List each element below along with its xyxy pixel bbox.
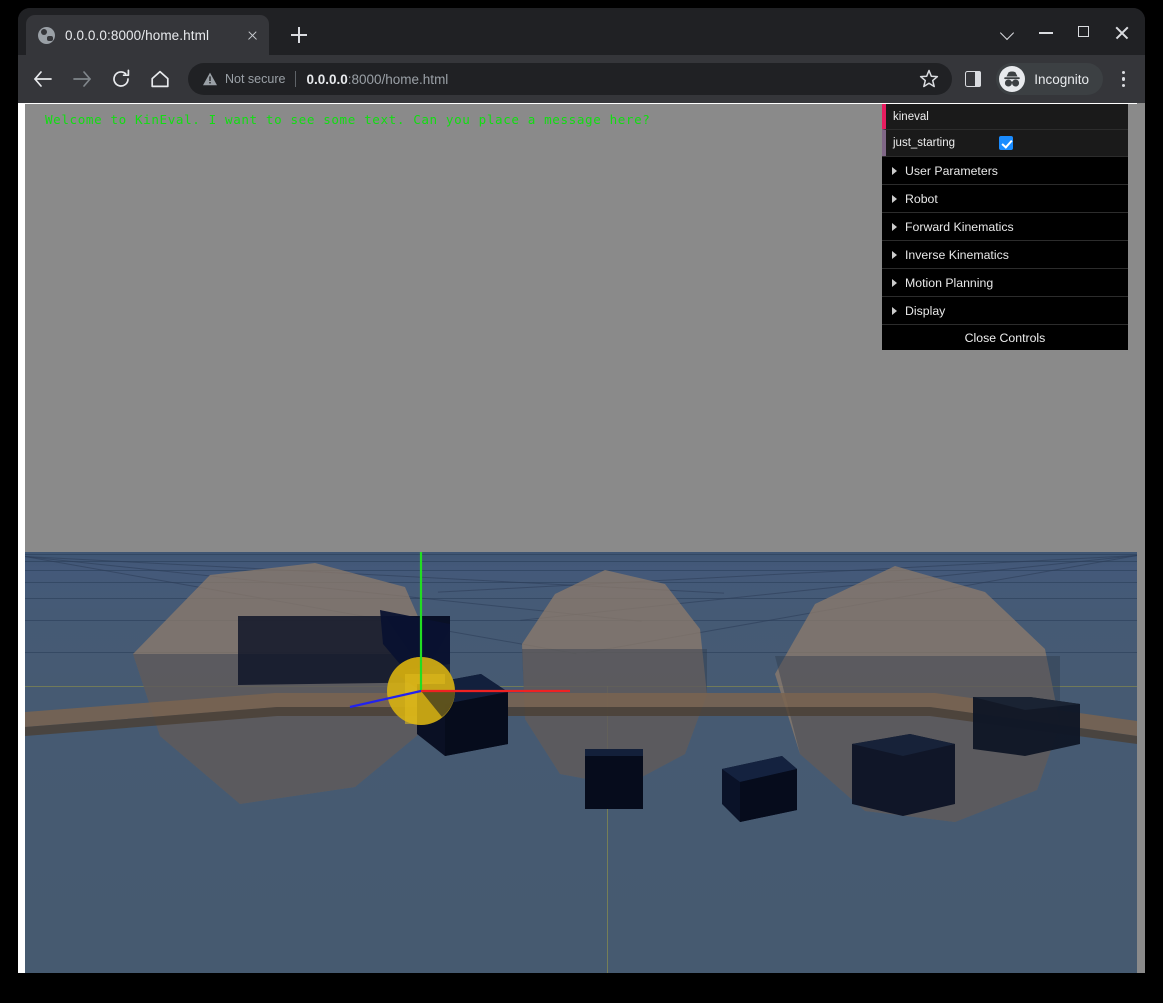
gui-folder-label: Display [905, 303, 946, 318]
gui-title-row[interactable]: kineval [882, 104, 1128, 129]
plus-icon[interactable] [286, 22, 312, 48]
minimize-icon[interactable] [1027, 13, 1065, 51]
url-path: :8000/home.html [347, 71, 449, 87]
arrow-left-icon[interactable] [27, 63, 59, 95]
tab-title: 0.0.0.0:8000/home.html [65, 27, 210, 43]
security-status-label: Not secure [225, 72, 286, 86]
address-bar[interactable]: Not secure 0.0.0.0:8000/home.html [188, 63, 953, 95]
browser-tab[interactable]: 0.0.0.0:8000/home.html [26, 15, 269, 55]
just-starting-checkbox[interactable] [999, 136, 1013, 150]
star-icon[interactable] [914, 64, 944, 94]
close-controls-button[interactable]: Close Controls [882, 324, 1128, 350]
gui-folder-label: Robot [905, 191, 938, 206]
omnibox-divider [295, 71, 297, 87]
close-icon[interactable] [1103, 13, 1141, 51]
gui-folder-label: Inverse Kinematics [905, 247, 1009, 262]
gui-folder-motion-planning[interactable]: Motion Planning [882, 268, 1128, 296]
globe-icon [38, 26, 55, 44]
browser-window: 0.0.0.0:8000/home.html Not secure 0.0.0.… [18, 8, 1145, 973]
url-host: 0.0.0.0 [306, 71, 348, 87]
kineval-overlay-message: Welcome to KinEval. I want to see some t… [45, 112, 651, 127]
browser-toolbar: Not secure 0.0.0.0:8000/home.html Incogn… [18, 55, 1145, 103]
warning-triangle-icon [202, 71, 218, 87]
gui-folder-robot[interactable]: Robot [882, 184, 1128, 212]
chevron-right-icon [892, 194, 897, 203]
gui-title-label: kineval [893, 110, 929, 123]
chevron-right-icon [892, 222, 897, 231]
home-icon[interactable] [144, 63, 176, 95]
kineval-3d-canvas[interactable]: Welcome to KinEval. I want to see some t… [25, 104, 1137, 973]
side-panel-icon[interactable] [956, 63, 990, 95]
dat-gui-panel: kineval just_starting User Parameters Ro… [882, 104, 1128, 350]
chevron-right-icon [892, 306, 897, 315]
chevron-right-icon [892, 250, 897, 259]
profile-label: Incognito [1034, 71, 1089, 87]
chevron-right-icon [892, 278, 897, 287]
chevron-down-icon[interactable] [989, 13, 1027, 51]
close-icon[interactable] [241, 24, 263, 46]
three-dot-menu-icon[interactable] [1107, 62, 1139, 96]
gui-folder-forward-kinematics[interactable]: Forward Kinematics [882, 212, 1128, 240]
gui-folder-inverse-kinematics[interactable]: Inverse Kinematics [882, 240, 1128, 268]
page-scrollbar[interactable] [1137, 103, 1145, 973]
gui-toggle-label: just_starting [893, 137, 956, 149]
reload-icon[interactable] [105, 63, 137, 95]
chevron-right-icon [892, 166, 897, 175]
window-controls [989, 8, 1141, 55]
url-text: 0.0.0.0:8000/home.html [306, 72, 914, 87]
gui-folder-label: Motion Planning [905, 275, 994, 290]
gui-toggle-just-starting: just_starting [882, 129, 1128, 156]
gui-folder-label: User Parameters [905, 163, 998, 178]
axis-z-line [349, 689, 422, 709]
incognito-icon [999, 66, 1026, 92]
profile-chip[interactable]: Incognito [996, 63, 1103, 95]
maximize-icon[interactable] [1065, 13, 1103, 51]
page-viewport: Welcome to KinEval. I want to see some t… [18, 103, 1145, 973]
arrow-right-icon[interactable] [66, 63, 98, 95]
tab-strip: 0.0.0.0:8000/home.html [18, 8, 1145, 55]
gui-folder-label: Forward Kinematics [905, 219, 1014, 234]
gui-folder-display[interactable]: Display [882, 296, 1128, 324]
gui-folder-user-parameters[interactable]: User Parameters [882, 156, 1128, 184]
